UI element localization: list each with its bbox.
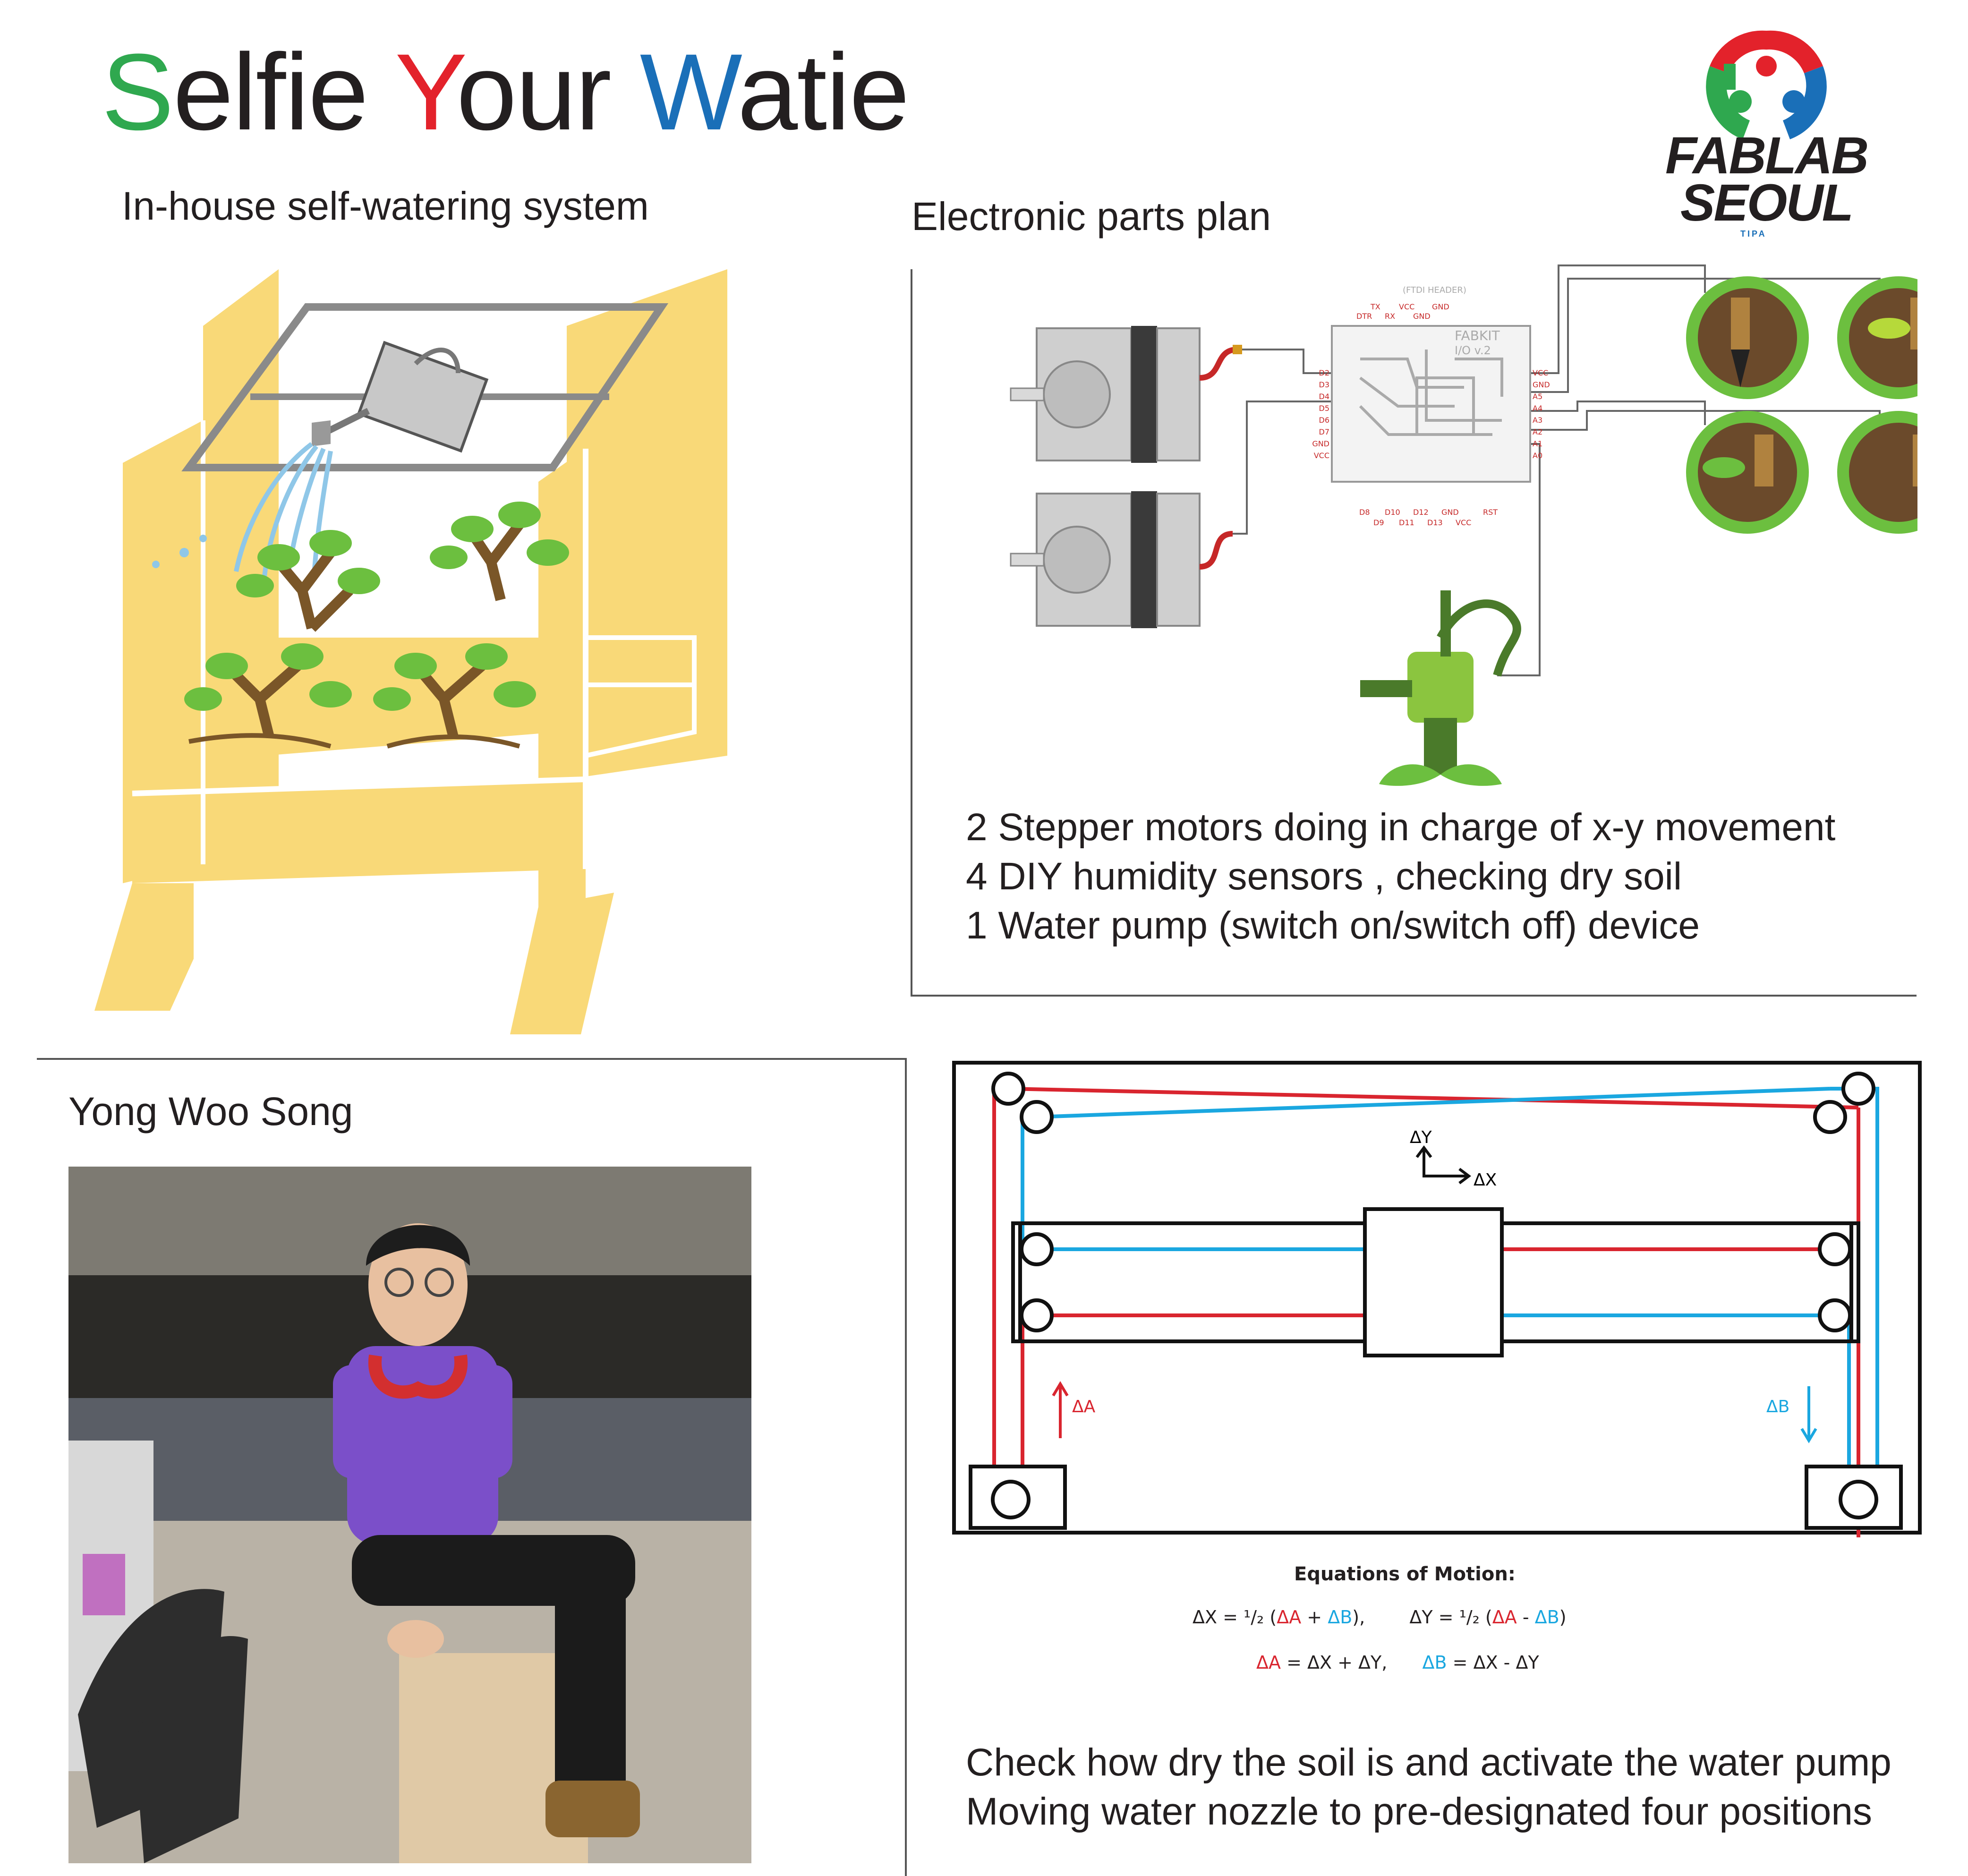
description-line: 2 Stepper motors doing in charge of x-y … — [966, 806, 1836, 849]
board-name-line1: FABKIT — [1455, 328, 1500, 343]
title-initial-y: Y — [395, 31, 457, 153]
summary-text: Check how dry the soil is and activate t… — [966, 1738, 1891, 1836]
svg-text:D7: D7 — [1319, 427, 1330, 436]
page-subtitle: In-house self-watering system — [122, 184, 649, 228]
electronics-left-rule — [911, 269, 912, 997]
svg-text:A3: A3 — [1533, 416, 1542, 425]
svg-text:D10: D10 — [1385, 508, 1400, 517]
corexy-motion-diagram: ΔY ΔX ΔA ΔB — [952, 1060, 1922, 1542]
board-left-pins: D2 D3 D4 D5 D6 D7 GND VCC — [1312, 368, 1329, 460]
svg-text:D11: D11 — [1399, 518, 1414, 527]
svg-text:D2: D2 — [1319, 368, 1330, 377]
board-bottom-pins: D8 D9 D10 D11 D12 D13 GND VCC RST — [1359, 508, 1498, 527]
svg-text:D6: D6 — [1319, 416, 1330, 425]
stepper-motor-1-icon — [1010, 326, 1242, 463]
author-top-rule — [37, 1058, 906, 1060]
svg-text:DTR: DTR — [1356, 312, 1372, 321]
svg-text:VCC: VCC — [1456, 518, 1471, 527]
svg-text:VCC: VCC — [1314, 451, 1329, 460]
title-word-rest: atie — [737, 31, 910, 153]
summary-line: Moving water nozzle to pre-designated fo… — [966, 1790, 1872, 1833]
svg-text:TX: TX — [1370, 302, 1380, 311]
plant-pot-sensor-icon — [1686, 276, 1960, 534]
svg-text:GND: GND — [1533, 380, 1550, 389]
board-name-line2: I/O v.2 — [1455, 344, 1491, 357]
svg-text:D13: D13 — [1427, 518, 1443, 527]
svg-text:A5: A5 — [1533, 392, 1542, 401]
stepper-motor-2-icon — [1010, 491, 1233, 628]
svg-text:D12: D12 — [1413, 508, 1429, 517]
delta-a-label: ΔA — [1072, 1397, 1096, 1416]
board-header-label: (FTDI HEADER) — [1403, 285, 1466, 295]
svg-text:RX: RX — [1385, 312, 1395, 321]
water-pump-icon — [1360, 590, 1521, 786]
summary-line: Check how dry the soil is and activate t… — [966, 1741, 1891, 1784]
electronics-bottom-rule — [911, 995, 1917, 997]
equation-row-2: ΔA = ΔX + ΔY, ΔB = ΔX - ΔY — [1256, 1652, 1539, 1673]
svg-text:D8: D8 — [1359, 508, 1370, 517]
logo-line1: FABLAB — [1665, 127, 1869, 185]
title-word-rest: elfie — [173, 31, 368, 153]
svg-text:D3: D3 — [1319, 380, 1330, 389]
svg-text:D4: D4 — [1319, 392, 1330, 401]
carriage-block — [1363, 1207, 1504, 1357]
svg-text:D5: D5 — [1319, 404, 1330, 413]
svg-text:GND: GND — [1413, 312, 1431, 321]
electronics-heading: Electronic parts plan — [912, 194, 1271, 239]
delta-x-label: ΔX — [1474, 1170, 1497, 1190]
author-right-rule — [905, 1058, 907, 1876]
delta-b-label: ΔB — [1766, 1397, 1789, 1416]
author-photo — [68, 1167, 751, 1863]
svg-text:A1: A1 — [1533, 439, 1542, 448]
title-initial-s: S — [102, 31, 174, 153]
svg-text:D9: D9 — [1373, 518, 1384, 527]
svg-text:GND: GND — [1312, 439, 1329, 448]
board-top-pins: DTR TX RX VCC GND GND — [1356, 302, 1449, 321]
electronics-schematic: (FTDI HEADER) DTR TX RX VCC GND GND FABK… — [1001, 264, 1960, 793]
title-initial-w: W — [639, 31, 739, 153]
description-line: 4 DIY humidity sensors , checking dry so… — [966, 855, 1682, 898]
author-name: Yong Woo Song — [68, 1089, 353, 1134]
svg-text:VCC: VCC — [1399, 302, 1414, 311]
svg-text:A4: A4 — [1533, 404, 1542, 413]
svg-text:A0: A0 — [1533, 451, 1542, 460]
equations-title: Equations of Motion: — [1294, 1563, 1516, 1585]
fabkit-board-icon — [1331, 325, 1531, 483]
logo-line2: SEOUL — [1680, 174, 1854, 232]
title-word-rest: our — [456, 31, 611, 153]
svg-text:GND: GND — [1432, 302, 1449, 311]
logo-tag: TIPA — [1740, 229, 1767, 239]
electronics-description: 2 Stepper motors doing in charge of x-y … — [966, 803, 1835, 950]
fablab-seoul-logo: FABLAB SEOUL TIPA — [1653, 14, 1880, 241]
description-line: 1 Water pump (switch on/switch off) devi… — [966, 904, 1700, 947]
equation-row-1: ΔX = ¹/₂ (ΔA + ΔB), ΔY = ¹/₂ (ΔA - ΔB) — [1193, 1607, 1567, 1628]
self-watering-frame-illustration — [66, 260, 727, 1034]
board-right-pins: VCC GND A5 A4 A3 A2 A1 A0 — [1533, 368, 1550, 460]
svg-text:VCC: VCC — [1533, 368, 1548, 377]
svg-text:A2: A2 — [1533, 427, 1542, 436]
svg-text:RST: RST — [1483, 508, 1498, 517]
page-title: Selfie Your Watie — [102, 38, 910, 146]
svg-text:GND: GND — [1441, 508, 1459, 517]
delta-y-label: ΔY — [1410, 1128, 1432, 1147]
